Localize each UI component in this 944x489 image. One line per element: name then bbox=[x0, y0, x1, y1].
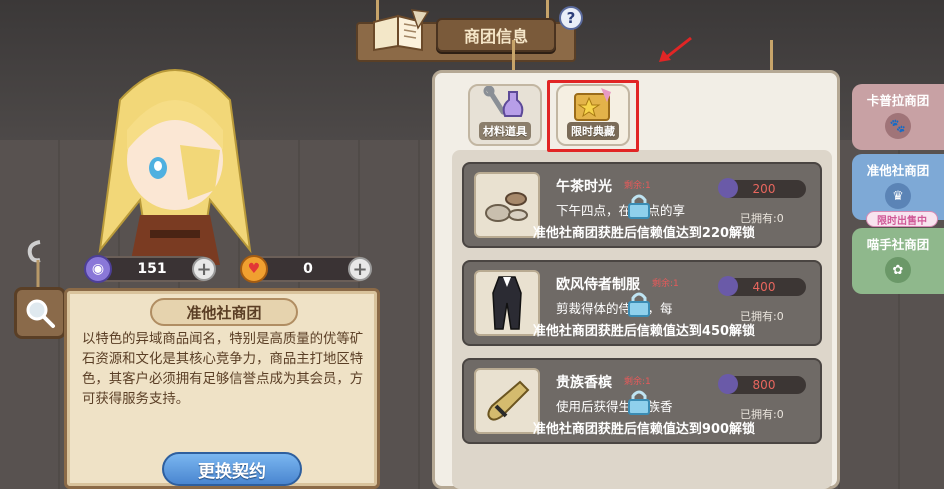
potion-wrench-icon bbox=[483, 86, 524, 117]
side-tab-kapula[interactable]: 卡普拉商团 🐾 bbox=[852, 84, 944, 150]
item-price: 400 bbox=[718, 276, 806, 296]
search-button[interactable] bbox=[14, 287, 66, 339]
tab-materials[interactable]: 材料道具 bbox=[468, 84, 542, 146]
annotation-highlight-box bbox=[547, 80, 639, 152]
hook-icon bbox=[26, 240, 48, 290]
shop-item[interactable]: 贵族香槟 剩余:1 使用后获得生 贵族香 800 已拥有:0 准他社商团获胜后信… bbox=[462, 358, 822, 444]
item-lock-text: 准他社商团获胜后信赖值达到450解锁 bbox=[532, 324, 756, 339]
item-price-value: 800 bbox=[752, 378, 776, 392]
side-tab-label: 准他社商团 bbox=[866, 163, 930, 178]
currency-gem-bar: ◉ 151 + bbox=[84, 255, 216, 283]
magnifier-icon bbox=[26, 299, 55, 328]
help-icon[interactable]: ? bbox=[559, 6, 583, 30]
currency-heart-bar: ♥ 0 + bbox=[240, 255, 372, 283]
tab-materials-label: 材料道具 bbox=[479, 122, 531, 140]
price-gem-icon bbox=[718, 276, 738, 296]
dog-emblem-icon: 🐾 bbox=[885, 113, 911, 139]
page-title: 商团信息 bbox=[436, 18, 556, 52]
add-gem-button[interactable]: + bbox=[192, 257, 216, 281]
item-price-value: 400 bbox=[752, 280, 776, 294]
swap-contract-button[interactable]: 更换契约 bbox=[162, 452, 302, 486]
item-remaining: 剩余:1 bbox=[652, 279, 679, 289]
shop-item[interactable]: 午茶时光 剩余:1 下午四点，在 甜点的享 200 已拥有:0 准他社商团获胜后… bbox=[462, 162, 822, 248]
item-lock-text: 准他社商团获胜后信赖值达到900解锁 bbox=[532, 422, 756, 437]
lock-icon bbox=[626, 192, 652, 220]
side-tab-miaoshou[interactable]: 喵手社商团 ✿ bbox=[852, 228, 944, 294]
rope bbox=[770, 40, 773, 72]
guild-description: 以特色的异域商品闻名，特别是高质量的优等矿石资源和文化是其核心竞争力，商品主打地… bbox=[82, 332, 364, 407]
item-remaining: 剩余:1 bbox=[624, 377, 651, 387]
price-gem-icon bbox=[718, 374, 738, 394]
limited-sale-badge: 限时出售中 bbox=[866, 211, 938, 227]
paw-emblem-icon: ✿ bbox=[885, 257, 911, 283]
item-price: 200 bbox=[718, 178, 806, 198]
heart-token-icon: ♥ bbox=[240, 255, 268, 283]
item-remaining: 剩余:1 bbox=[624, 181, 651, 191]
shop-item[interactable]: 欧风侍者制服 剩余:1 剪裁得体的侍 服，每 400 已拥有:0 准他社商团获胜… bbox=[462, 260, 822, 346]
chef-emblem-icon: ♛ bbox=[885, 183, 911, 209]
lock-icon bbox=[626, 388, 652, 416]
guild-name: 准他社商团 bbox=[150, 298, 298, 326]
side-tab-label: 卡普拉商团 bbox=[866, 93, 930, 108]
item-price-value: 200 bbox=[752, 182, 776, 196]
rope bbox=[512, 40, 515, 72]
book-quill-icon bbox=[368, 8, 430, 54]
lock-icon bbox=[626, 290, 652, 318]
side-tab-label: 喵手社商团 bbox=[866, 237, 930, 252]
heart-count: 0 bbox=[303, 261, 313, 277]
add-heart-button[interactable]: + bbox=[348, 257, 372, 281]
gem-count: 151 bbox=[137, 261, 167, 277]
item-name: 午茶时光 bbox=[556, 179, 612, 195]
item-price: 800 bbox=[718, 374, 806, 394]
item-lock-text: 准他社商团获胜后信赖值达到220解锁 bbox=[532, 226, 756, 241]
price-gem-icon bbox=[718, 178, 738, 198]
annotation-arrow-icon bbox=[655, 34, 695, 64]
character-portrait bbox=[80, 50, 270, 266]
item-name: 贵族香槟 bbox=[556, 375, 612, 391]
purple-gem-icon: ◉ bbox=[84, 255, 112, 283]
